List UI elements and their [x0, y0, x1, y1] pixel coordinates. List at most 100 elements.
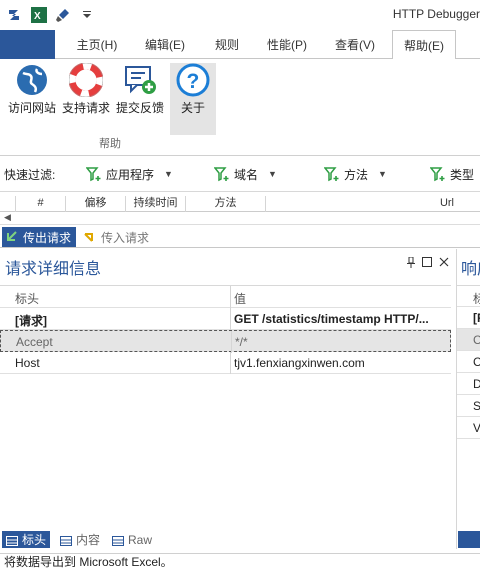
- table-row[interactable]: [R: [457, 307, 480, 329]
- panel-title: 请求详细信息: [5, 261, 102, 278]
- tab-view[interactable]: 查看(V): [326, 30, 384, 59]
- pin-icon[interactable]: [407, 256, 415, 271]
- column-header-url[interactable]: Url: [266, 196, 480, 212]
- filter-add-icon: [429, 166, 446, 182]
- column-header-value[interactable]: 值: [234, 290, 449, 307]
- filter-domain-button[interactable]: 域名 ▼: [213, 165, 277, 183]
- table-row[interactable]: Host tjv1.fenxiangxinwen.com: [0, 352, 451, 374]
- svg-text:?: ?: [187, 70, 200, 93]
- column-header-offset[interactable]: 偏移: [66, 196, 126, 212]
- submit-feedback-label: 提交反馈: [115, 101, 164, 115]
- table-row[interactable]: D: [457, 373, 480, 395]
- file-menu-button[interactable]: [0, 30, 55, 59]
- tab-incoming-label: 传入请求: [101, 230, 150, 245]
- table-icon: [112, 535, 124, 546]
- table-row[interactable]: C: [457, 351, 480, 373]
- response-column-header[interactable]: 标: [457, 285, 480, 307]
- request-direction-tabs: 传出请求 传入请求: [0, 226, 480, 248]
- close-icon[interactable]: [439, 257, 449, 271]
- visit-website-label: 访问网站: [7, 101, 56, 115]
- filter-application-button[interactable]: 应用程序 ▼: [85, 165, 173, 183]
- tab-content[interactable]: 内容: [56, 531, 104, 548]
- response-view-tabs: [456, 530, 480, 549]
- window-title: HTTP Debugger: [392, 7, 480, 21]
- tab-help[interactable]: 帮助(E): [392, 30, 456, 60]
- header-value-cell: GET /statistics/timestamp HTTP/...: [234, 312, 429, 326]
- title-bar: X HTTP Debugger: [0, 0, 480, 30]
- customize-qat-icon[interactable]: [78, 6, 96, 24]
- tab-raw[interactable]: Raw: [108, 531, 156, 548]
- table-row[interactable]: C: [457, 329, 480, 351]
- table-icon: [60, 535, 72, 546]
- filter-method-button[interactable]: 方法 ▼: [323, 165, 387, 183]
- column-header-number[interactable]: #: [16, 196, 66, 212]
- header-name-cell: [请求]: [15, 314, 47, 328]
- tab-outgoing-requests[interactable]: 传出请求: [2, 227, 77, 247]
- table-row[interactable]: Se: [457, 395, 480, 417]
- table-row[interactable]: V: [457, 417, 480, 439]
- filter-domain-label: 域名: [234, 167, 259, 182]
- tab-performance[interactable]: 性能(P): [258, 30, 316, 59]
- tab-home[interactable]: 主页(H): [66, 30, 128, 59]
- chevron-down-icon: ▼: [164, 169, 173, 179]
- session-grid-header: # 偏移 持续时间 方法 Url: [0, 195, 480, 212]
- chevron-down-icon: ▼: [268, 169, 277, 179]
- table-row[interactable]: [请求] GET /statistics/timestamp HTTP/...: [0, 308, 451, 330]
- response-panel-title: 响应: [461, 261, 480, 278]
- filter-application-label: 应用程序: [106, 167, 155, 182]
- header-value-cell: */*: [235, 335, 248, 349]
- column-header-method[interactable]: 方法: [186, 196, 266, 212]
- about-button[interactable]: ? 关于: [170, 63, 216, 135]
- table-row[interactable]: Accept */*: [0, 330, 451, 353]
- column-header-duration[interactable]: 持续时间: [126, 196, 186, 212]
- excel-icon[interactable]: X: [30, 6, 48, 24]
- horizontal-scrollbar[interactable]: ◀: [0, 212, 480, 225]
- tab-edit[interactable]: 编辑(E): [134, 30, 196, 59]
- table-icon: [6, 535, 18, 546]
- ribbon-tabs: 主页(H) 编辑(E) 规则 性能(P) 查看(V) 帮助(E): [0, 30, 480, 60]
- support-request-label: 支持请求: [61, 101, 110, 115]
- tab-content-label: 内容: [76, 533, 101, 547]
- globe-icon: [15, 63, 49, 97]
- ribbon-panel: 访问网站 支持请求 提交反馈 ? 关于 帮助: [0, 59, 480, 156]
- feedback-icon: [123, 63, 157, 97]
- quick-filter-label: 快速过滤:: [4, 168, 56, 182]
- status-bar: 将数据导出到 Microsoft Excel。: [0, 553, 480, 570]
- filter-add-icon: [323, 166, 340, 182]
- brush-icon[interactable]: [54, 6, 72, 24]
- about-label: 关于: [180, 101, 205, 115]
- response-details-panel: 响应 标 [R C C D Se V: [456, 249, 480, 549]
- table-header-row: 标头 值: [0, 286, 451, 308]
- panel-controls: [407, 256, 449, 271]
- details-view-tabs: 标头 内容 Raw: [0, 530, 455, 549]
- tab-incoming-requests[interactable]: 传入请求: [80, 227, 154, 247]
- filter-type-button[interactable]: 类型: [429, 165, 475, 183]
- tab-response-headers[interactable]: [458, 531, 480, 548]
- header-name-cell: Accept: [16, 335, 53, 349]
- ribbon-group-help-label: 帮助: [99, 138, 121, 150]
- grid-header-spacer: [0, 196, 16, 212]
- incoming-arrow-icon: [83, 230, 97, 244]
- headers-table: 标头 值 [请求] GET /statistics/timestamp HTTP…: [0, 285, 451, 374]
- tab-raw-label: Raw: [128, 532, 153, 547]
- quick-filter-bar: 快速过滤: 应用程序 ▼ 域名 ▼ 方法 ▼ 类型: [0, 156, 480, 192]
- tab-outgoing-label: 传出请求: [23, 230, 72, 245]
- filter-add-icon: [85, 166, 102, 182]
- lifebuoy-icon: [68, 62, 104, 98]
- scroll-left-icon[interactable]: ◀: [4, 212, 11, 223]
- tab-headers-label: 标头: [22, 533, 47, 547]
- filter-type-label: 类型: [450, 167, 475, 182]
- svg-text:X: X: [34, 11, 41, 22]
- chevron-down-icon: ▼: [378, 169, 387, 179]
- column-header-name[interactable]: 标头: [15, 290, 230, 307]
- visit-website-button[interactable]: 访问网站: [6, 63, 58, 133]
- app-logo-icon[interactable]: [6, 6, 24, 24]
- help-icon: ?: [176, 63, 210, 97]
- support-request-button[interactable]: 支持请求: [60, 62, 112, 133]
- header-name-cell: Host: [15, 356, 40, 370]
- maximize-icon[interactable]: [422, 257, 432, 271]
- outgoing-arrow-icon: [5, 230, 19, 244]
- tab-rules[interactable]: 规则: [205, 30, 249, 59]
- tab-headers[interactable]: 标头: [2, 531, 51, 548]
- submit-feedback-button[interactable]: 提交反馈: [114, 63, 166, 133]
